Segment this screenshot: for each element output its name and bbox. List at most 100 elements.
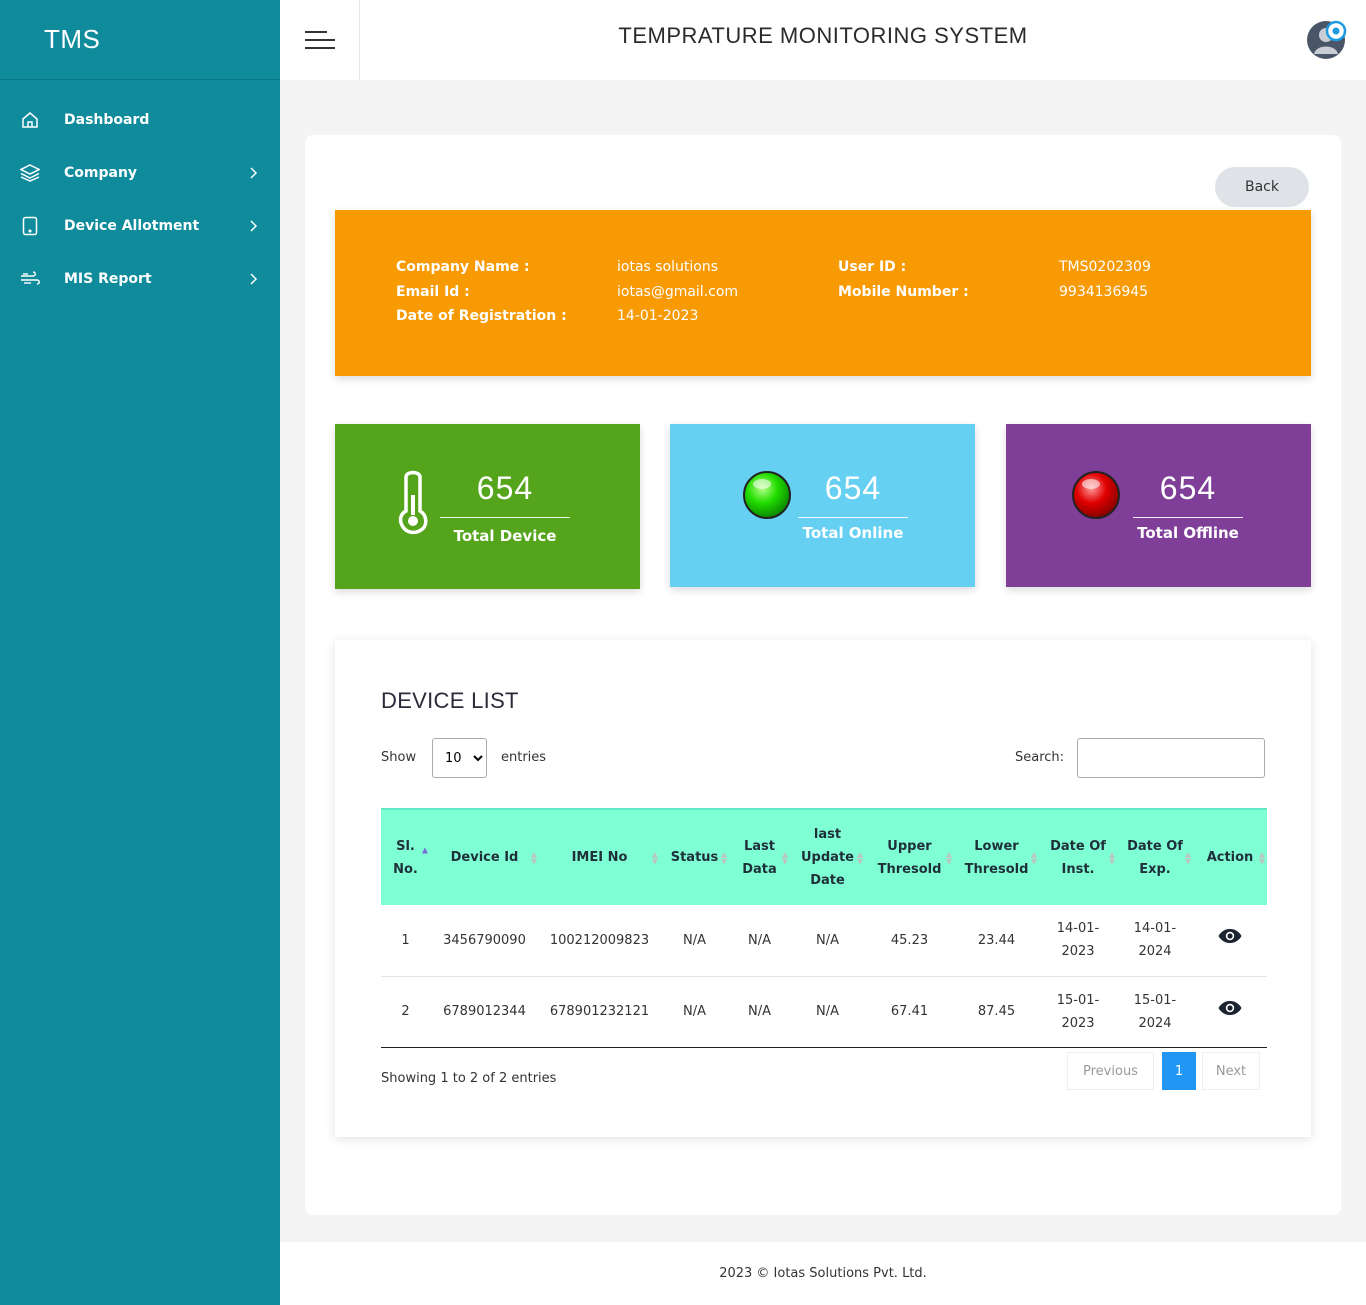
col-header-status[interactable]: Status ▲ ▼ bbox=[660, 809, 729, 905]
sort-icon: ▲ ▼ bbox=[781, 849, 788, 866]
user-avatar-icon[interactable] bbox=[1306, 18, 1348, 60]
red-status-light-icon bbox=[1072, 471, 1120, 519]
col-header-upper-threshold[interactable]: Upper Thresold ▲ ▼ bbox=[865, 809, 954, 905]
date-inst-text: 15-01-2023 bbox=[1056, 992, 1100, 1031]
sort-icon: ▲ ▼ bbox=[1108, 849, 1115, 866]
sidebar-item-device-allotment[interactable]: Device Allotment bbox=[0, 199, 280, 252]
cell-last-update: N/A bbox=[790, 976, 865, 1048]
total-offline-label: Total Offline bbox=[1137, 524, 1239, 542]
table-header-row: Sl. No. ▲ Device Id ▲ ▼ IMEI No ▲ ▼ Status ▲ ▼ … bbox=[381, 809, 1267, 905]
cell-lower-threshold: 23.44 bbox=[954, 905, 1039, 977]
chevron-right-icon bbox=[250, 219, 258, 232]
stat-total-device[interactable]: 654 Total Device bbox=[335, 424, 640, 589]
total-online-label: Total Online bbox=[802, 524, 904, 542]
date-inst-text: 14-01-2023 bbox=[1056, 921, 1100, 960]
cell-last-data: N/A bbox=[729, 976, 790, 1048]
sort-icon: ▲ ▼ bbox=[530, 849, 537, 866]
col-header-action[interactable]: Action ▲ ▼ bbox=[1193, 809, 1267, 905]
col-header-label: Action bbox=[1206, 850, 1254, 865]
user-id-value: TMS0202309 bbox=[1059, 259, 1151, 275]
sidebar-item-label: Dashboard bbox=[64, 111, 150, 128]
pagination-page-1[interactable]: 1 bbox=[1162, 1052, 1196, 1090]
topbar: TEMPRATURE MONITORING SYSTEM bbox=[280, 0, 1366, 80]
pagination: Previous 1 Next bbox=[1067, 1052, 1260, 1090]
device-list-card: DEVICE LIST Show 10 entries Search: Sl. … bbox=[335, 640, 1311, 1137]
cell-last-update: N/A bbox=[790, 905, 865, 977]
cell-date-exp: 14-01-2024 bbox=[1117, 905, 1193, 977]
stat-divider bbox=[440, 517, 570, 518]
col-header-label: Upper Thresold bbox=[877, 838, 942, 877]
hamburger-icon bbox=[304, 31, 335, 49]
col-header-label: Sl. No. bbox=[393, 838, 418, 877]
user-id-label: User ID : bbox=[838, 259, 907, 275]
col-header-last-update[interactable]: last Update Date ▲ ▼ bbox=[790, 809, 865, 905]
sidebar: TMS Dashboard Company Device Allotment M… bbox=[0, 0, 280, 1305]
sidebar-item-mis-report[interactable]: MIS Report bbox=[0, 252, 280, 305]
search-input[interactable] bbox=[1077, 738, 1265, 778]
cell-last-data: N/A bbox=[729, 905, 790, 977]
cell-status: N/A bbox=[660, 905, 729, 977]
total-offline-value: 654 bbox=[1159, 470, 1217, 506]
brand-logo[interactable]: TMS bbox=[0, 0, 280, 80]
cell-date-inst: 15-01-2023 bbox=[1039, 976, 1117, 1048]
footer: 2023 © Iotas Solutions Pvt. Ltd. bbox=[280, 1242, 1366, 1305]
email-value: iotas@gmail.com bbox=[617, 284, 739, 300]
cell-date-inst: 14-01-2023 bbox=[1039, 905, 1117, 977]
email-label: Email Id : bbox=[396, 284, 470, 300]
back-button[interactable]: Back bbox=[1215, 167, 1309, 207]
sidebar-item-dashboard[interactable]: Dashboard bbox=[0, 93, 280, 146]
home-icon bbox=[20, 110, 40, 130]
main-content: Back Company Name : iotas solutions Emai… bbox=[305, 135, 1341, 1215]
sidebar-item-label: MIS Report bbox=[64, 270, 152, 287]
company-name-label: Company Name : bbox=[396, 259, 530, 275]
cell-imei: 100212009823 bbox=[539, 905, 660, 977]
col-header-date-inst[interactable]: Date Of Inst. ▲ ▼ bbox=[1039, 809, 1117, 905]
sort-icon: ▲ ▼ bbox=[856, 849, 863, 866]
reg-date-label: Date of Registration : bbox=[396, 308, 567, 324]
col-header-label: Date Of Exp. bbox=[1127, 838, 1183, 877]
company-name-value: iotas solutions bbox=[617, 259, 719, 275]
cell-action bbox=[1193, 976, 1267, 1048]
stat-total-offline[interactable]: 654 Total Offline bbox=[1006, 424, 1311, 587]
cell-upper-threshold: 67.41 bbox=[865, 976, 954, 1048]
cell-device-id: 6789012344 bbox=[430, 976, 539, 1048]
table-row: 1 3456790090 100212009823 N/A N/A N/A 45… bbox=[381, 905, 1267, 977]
pagination-previous[interactable]: Previous bbox=[1067, 1052, 1154, 1090]
date-exp-text: 15-01-2024 bbox=[1133, 992, 1177, 1031]
col-header-lower-threshold[interactable]: Lower Thresold ▲ ▼ bbox=[954, 809, 1039, 905]
cell-lower-threshold: 87.45 bbox=[954, 976, 1039, 1048]
show-label: Show bbox=[381, 750, 417, 765]
stat-total-online[interactable]: 654 Total Online bbox=[670, 424, 975, 587]
chevron-right-icon bbox=[250, 166, 258, 179]
pagination-next[interactable]: Next bbox=[1202, 1052, 1260, 1090]
total-device-label: Total Device bbox=[453, 527, 557, 545]
chevron-right-icon bbox=[250, 272, 258, 285]
wind-icon bbox=[20, 269, 40, 289]
menu-toggle-button[interactable] bbox=[280, 0, 360, 80]
col-header-imei[interactable]: IMEI No ▲ ▼ bbox=[539, 809, 660, 905]
cell-device-id: 3456790090 bbox=[430, 905, 539, 977]
cell-date-exp: 15-01-2024 bbox=[1117, 976, 1193, 1048]
col-header-label: last Update Date bbox=[801, 827, 854, 888]
col-header-last-data[interactable]: Last Data ▲ ▼ bbox=[729, 809, 790, 905]
view-eye-icon[interactable] bbox=[1218, 1000, 1242, 1016]
view-eye-icon[interactable] bbox=[1218, 928, 1242, 944]
sidebar-nav: Dashboard Company Device Allotment MIS R… bbox=[0, 80, 280, 305]
cell-sl-no: 1 bbox=[381, 905, 430, 977]
reg-date-value: 14-01-2023 bbox=[617, 308, 699, 324]
col-header-label: Date Of Inst. bbox=[1050, 838, 1106, 877]
entries-label: entries bbox=[501, 750, 547, 765]
col-header-date-exp[interactable]: Date Of Exp. ▲ ▼ bbox=[1117, 809, 1193, 905]
entries-per-page-select[interactable]: 10 bbox=[432, 738, 487, 778]
stat-divider bbox=[1133, 517, 1243, 518]
col-header-device-id[interactable]: Device Id ▲ ▼ bbox=[430, 809, 539, 905]
col-header-label: Device Id bbox=[450, 850, 519, 865]
sort-icon: ▲ ▼ bbox=[1184, 849, 1191, 866]
sidebar-item-label: Device Allotment bbox=[64, 217, 200, 234]
cell-status: N/A bbox=[660, 976, 729, 1048]
col-header-label: Lower Thresold bbox=[964, 838, 1029, 877]
col-header-sl-no[interactable]: Sl. No. ▲ bbox=[381, 809, 430, 905]
sort-icon: ▲ ▼ bbox=[720, 849, 727, 866]
sort-icon: ▲ ▼ bbox=[945, 849, 952, 866]
sidebar-item-company[interactable]: Company bbox=[0, 146, 280, 199]
